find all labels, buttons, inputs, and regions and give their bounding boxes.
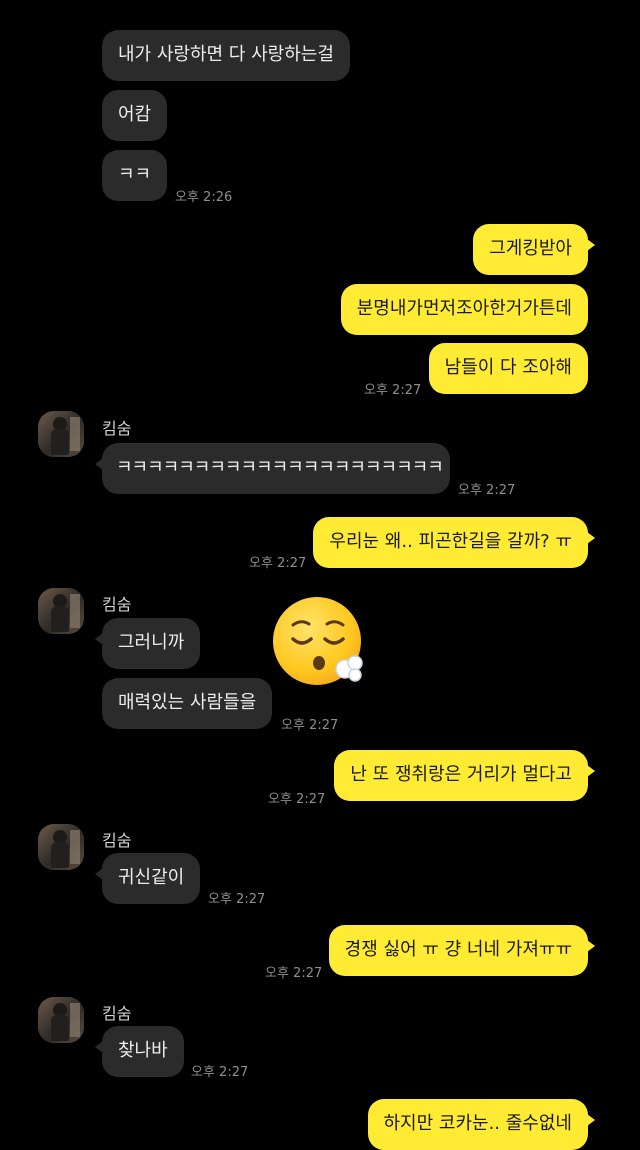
chat-log: 내가 사랑하면 다 사랑하는걸 어캄 ㅋㅋ 오후 2:26 그게킹받아 분명내가…: [0, 0, 640, 1150]
message-timestamp: 오후 2:27: [249, 556, 307, 571]
contact-avatar[interactable]: [38, 411, 84, 457]
message-timestamp: 오후 2:27: [265, 966, 323, 981]
incoming-message[interactable]: ㅋㅋ: [102, 150, 168, 201]
outgoing-message[interactable]: 분명내가먼저조아한거가튼데: [340, 284, 588, 335]
outgoing-message[interactable]: 우리눈 왜.. 피곤한길을 갈까? ㅠ: [313, 517, 595, 568]
contact-avatar[interactable]: [38, 997, 84, 1043]
outgoing-message[interactable]: 경쟁 싫어 ㅠ 걍 너네 가져ㅠㅠ: [328, 925, 596, 976]
message-timestamp: 오후 2:27: [458, 483, 516, 498]
face-exhaling-emoji[interactable]: [271, 595, 367, 691]
contact-name: 킴숨: [102, 1004, 132, 1023]
contact-name: 킴숨: [102, 419, 132, 438]
message-timestamp: 오후 2:26: [175, 190, 233, 205]
contact-name: 킴숨: [102, 831, 132, 850]
message-timestamp: 오후 2:27: [208, 892, 266, 907]
incoming-message[interactable]: 어캄: [102, 90, 168, 141]
incoming-message[interactable]: 귀신같이: [94, 853, 201, 904]
message-timestamp: 오후 2:27: [191, 1065, 249, 1080]
contact-name: 킴숨: [102, 595, 132, 614]
message-timestamp: 오후 2:27: [268, 792, 326, 807]
incoming-message[interactable]: 내가 사랑하면 다 사랑하는걸: [102, 30, 350, 81]
incoming-message[interactable]: 찾나바: [95, 1026, 184, 1077]
outgoing-message[interactable]: 난 또 쟁취랑은 거리가 멀다고: [334, 750, 595, 801]
outgoing-message[interactable]: 그게킹받아: [473, 224, 595, 275]
incoming-message[interactable]: 매력있는 사람들을: [102, 678, 273, 729]
message-timestamp: 오후 2:27: [364, 383, 422, 398]
contact-avatar[interactable]: [38, 824, 84, 870]
incoming-message[interactable]: ㅋㅋㅋㅋㅋㅋㅋㅋㅋㅋㅋㅋㅋㅋㅋㅋㅋㅋㅋㅋㅋ: [95, 443, 450, 494]
message-timestamp: 오후 2:27: [281, 718, 339, 733]
outgoing-message[interactable]: 남들이 다 조아해: [428, 343, 588, 394]
outgoing-message[interactable]: 하지만 코카눈.. 줄수없네: [367, 1099, 595, 1150]
incoming-message[interactable]: 그러니까: [94, 618, 201, 669]
contact-avatar[interactable]: [38, 588, 84, 634]
